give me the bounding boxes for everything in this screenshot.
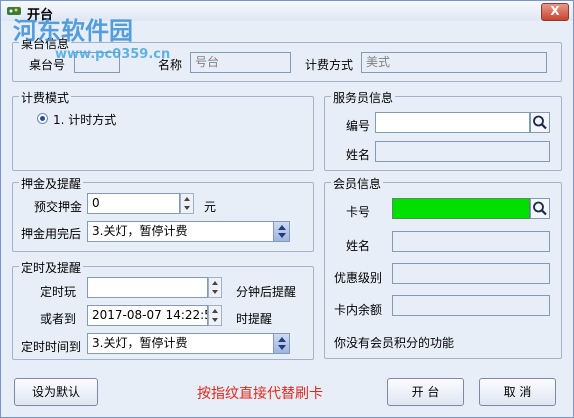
name-field: 号台 <box>190 52 291 73</box>
billing-mode-option-label[interactable]: 1. 计时方式 <box>53 111 116 128</box>
prepay-spinner[interactable] <box>180 193 194 214</box>
timeout-action-label: 定时时间到 <box>21 340 82 354</box>
staff-id-input[interactable] <box>375 112 530 133</box>
set-default-button[interactable]: 设为默认 <box>14 378 98 406</box>
table-no-field <box>74 52 120 73</box>
billing-method-field: 美式 <box>361 52 547 73</box>
search-icon <box>533 115 547 130</box>
member-name-label: 姓名 <box>346 239 371 253</box>
open-table-button[interactable]: 开 台 <box>387 378 464 406</box>
title-bar: 开台 X <box>1 1 573 23</box>
billing-mode-group: 计费模式 1. 计时方式 <box>12 89 314 171</box>
table-info-group-title: 桌台信息 <box>19 35 72 52</box>
search-icon <box>533 201 547 216</box>
billing-mode-radio[interactable] <box>37 113 48 124</box>
name-label: 名称 <box>158 58 183 72</box>
staff-name-label: 姓名 <box>346 148 371 162</box>
open-table-dialog: 开台 X 桌台信息 桌台号 名称 号台 计费方式 美式 计费模式 1. 计时方式… <box>0 0 574 418</box>
deposit-used-up-select[interactable]: 3.关灯，暂停计费 <box>87 221 290 242</box>
prepay-input[interactable]: 0 <box>87 193 180 214</box>
timed-play-spinner[interactable] <box>208 277 222 298</box>
spin-down-icon <box>212 318 218 322</box>
table-info-group: 桌台信息 桌台号 名称 号台 计费方式 美式 <box>12 35 562 82</box>
discount-level-label: 优惠级别 <box>334 271 383 285</box>
card-search-button[interactable] <box>530 198 550 219</box>
cancel-button[interactable]: 取 消 <box>479 378 556 406</box>
card-no-input[interactable] <box>392 198 530 219</box>
fingerprint-note: 按指纹直接代替刷卡 <box>197 386 323 402</box>
or-at-label: 或者到 <box>40 312 77 326</box>
timeout-action-dropdown-icon[interactable] <box>273 334 289 353</box>
table-no-label: 桌台号 <box>29 58 66 72</box>
billing-method-label: 计费方式 <box>305 58 354 72</box>
timed-play-label: 定时玩 <box>40 285 77 299</box>
deposit-used-up-dropdown-icon[interactable] <box>273 222 289 241</box>
discount-level-field <box>392 263 550 284</box>
timeout-action-select[interactable]: 3.关灯，暂停计费 <box>87 333 290 354</box>
close-button[interactable]: X <box>541 3 569 21</box>
or-at-datetime-input[interactable]: 2017-08-07 14:22:55 <box>87 305 208 326</box>
member-group-title: 会员信息 <box>331 175 384 192</box>
app-icon <box>7 7 21 15</box>
deposit-group-title: 押金及提醒 <box>19 175 84 192</box>
service-staff-group: 服务员信息 编号 姓名 <box>324 89 562 171</box>
or-at-spinner[interactable] <box>208 305 222 326</box>
staff-id-label: 编号 <box>346 119 371 133</box>
deposit-used-up-label: 押金用完后 <box>21 227 82 241</box>
spin-up-icon <box>212 281 218 285</box>
timed-play-input[interactable] <box>87 277 208 298</box>
spin-down-icon <box>212 290 218 294</box>
timer-group-title: 定时及提醒 <box>19 259 84 276</box>
remind-suffix-label: 时提醒 <box>236 312 273 326</box>
prepay-unit: 元 <box>204 200 217 214</box>
service-staff-group-title: 服务员信息 <box>331 89 396 106</box>
close-icon: X <box>550 4 560 18</box>
member-name-field <box>392 231 550 252</box>
prepay-label: 预交押金 <box>34 200 83 214</box>
deposit-group: 押金及提醒 预交押金 0 元 押金用完后 3.关灯，暂停计费 <box>12 175 314 252</box>
card-balance-label: 卡内余额 <box>334 303 383 317</box>
timer-group: 定时及提醒 定时玩 分钟后提醒 或者到 2017-08-07 14:22:55 … <box>12 259 314 360</box>
billing-mode-group-title: 计费模式 <box>19 89 72 106</box>
card-no-label: 卡号 <box>346 205 371 219</box>
staff-name-field <box>375 141 550 162</box>
minutes-suffix-label: 分钟后提醒 <box>236 285 297 299</box>
spin-down-icon <box>184 206 190 210</box>
member-points-note: 你没有会员积分的功能 <box>334 336 455 350</box>
spin-up-icon <box>212 309 218 313</box>
window-title: 开台 <box>27 8 54 23</box>
spin-up-icon <box>184 197 190 201</box>
card-balance-field <box>392 295 550 316</box>
member-group: 会员信息 卡号 姓名 优惠级别 卡内余额 你没有会员积分的功能 <box>324 175 562 359</box>
staff-search-button[interactable] <box>530 112 550 133</box>
